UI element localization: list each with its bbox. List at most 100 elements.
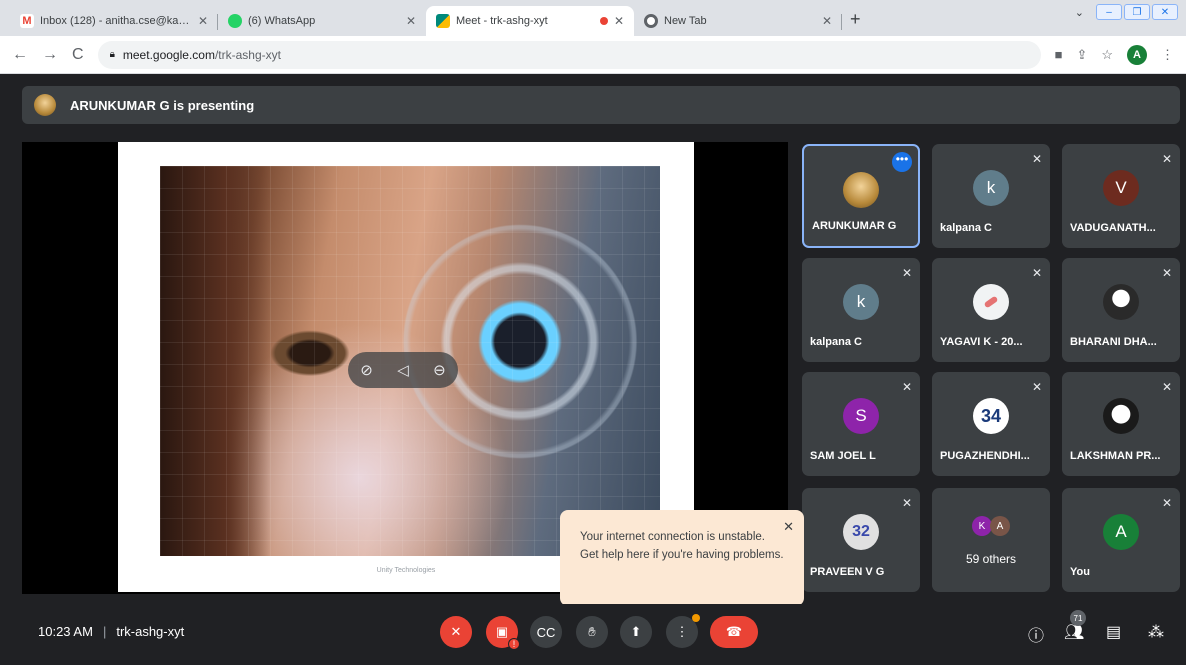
chat-icon[interactable]: ▤: [1106, 622, 1121, 642]
participant-tile[interactable]: ✕ S SAM JOEL L: [802, 372, 920, 476]
gmail-icon: M: [20, 14, 34, 28]
meeting-code: trk-ashg-xyt: [116, 624, 185, 639]
info-icon[interactable]: ⓘ: [1028, 622, 1044, 646]
present-icon: ⬆: [630, 624, 642, 639]
participant-tile[interactable]: ✕ BHARANI DHA...: [1062, 258, 1180, 362]
lock-icon: 🔒︎: [109, 49, 115, 60]
avatar: 34: [973, 398, 1009, 434]
close-icon[interactable]: ✕: [822, 14, 832, 28]
participant-tile[interactable]: ✕ k kalpana C: [802, 258, 920, 362]
notification-dot: [692, 614, 700, 622]
tab-new-tab[interactable]: New Tab ✕: [634, 6, 842, 36]
avatar: [1103, 398, 1139, 434]
mic-off-icon[interactable]: ⊘: [360, 361, 373, 379]
self-tile[interactable]: ✕ A You: [1062, 488, 1180, 592]
close-icon[interactable]: ✕: [198, 14, 208, 28]
avatar: [1103, 284, 1139, 320]
avatar: A: [990, 516, 1010, 536]
participant-name: kalpana C: [810, 336, 862, 348]
browser-tab-strip: M Inbox (128) - anitha.cse@karpag ✕ (6) …: [0, 0, 1186, 36]
participant-name: BHARANI DHA...: [1070, 336, 1157, 348]
phone-hangup-icon: ☎︎: [725, 624, 743, 639]
minimize-button[interactable]: –: [1096, 4, 1122, 20]
mic-off-icon: ✕: [901, 496, 912, 510]
new-tab-button[interactable]: +: [850, 9, 861, 30]
kebab-menu-icon[interactable]: ⋮: [1161, 47, 1174, 63]
close-icon[interactable]: ✕: [783, 518, 794, 536]
mic-off-icon: ✕: [1161, 152, 1172, 166]
mic-off-icon: ✕: [1161, 496, 1172, 510]
participant-tile[interactable]: ✕ LAKSHMAN PR...: [1062, 372, 1180, 476]
mic-off-icon: ✕: [901, 266, 912, 280]
url-path: /trk-ashg-xyt: [214, 47, 281, 62]
profile-avatar[interactable]: A: [1127, 44, 1147, 65]
connection-warning-tooltip[interactable]: ✕ Your internet connection is unstable. …: [560, 510, 804, 616]
mic-off-icon: ✕: [901, 380, 912, 394]
participant-name: VADUGANATH...: [1070, 222, 1156, 234]
tab-meet[interactable]: Meet - trk-ashg-xyt ✕: [426, 6, 634, 36]
participant-tile[interactable]: ✕ 34 PUGAZHENDHI...: [932, 372, 1050, 476]
close-icon[interactable]: ✕: [406, 14, 416, 28]
address-bar[interactable]: 🔒︎ meet.google.com/trk-ashg-xyt: [97, 40, 1041, 69]
tab-whatsapp[interactable]: (6) WhatsApp ✕: [218, 6, 426, 36]
others-label: 59 others: [965, 552, 1017, 566]
people-count: 71: [1070, 610, 1086, 626]
kebab-menu-icon: ⋮: [675, 624, 689, 639]
tab-gmail[interactable]: M Inbox (128) - anitha.cse@karpag ✕: [10, 6, 218, 36]
mic-off-icon: ✕: [450, 624, 462, 639]
mic-off-icon: ✕: [1161, 266, 1172, 280]
avatar: [34, 94, 56, 116]
camera-icon[interactable]: ■: [1055, 47, 1063, 62]
raise-hand-button[interactable]: ✋︎: [576, 616, 608, 648]
participant-name: You: [1070, 566, 1090, 578]
others-tile[interactable]: K A 59 others: [932, 488, 1050, 592]
microphone-button[interactable]: ✕: [440, 616, 472, 648]
presenting-banner: ARUNKUMAR G is presenting: [22, 86, 1180, 124]
url-host: meet.google.com: [122, 47, 215, 62]
avatar: [973, 284, 1009, 320]
people-icon[interactable]: 👥︎ 71: [1064, 610, 1086, 642]
participant-name: SAM JOEL L: [810, 450, 876, 462]
avatar: 32: [843, 514, 879, 550]
maximize-button[interactable]: ❐: [1124, 4, 1150, 20]
activities-icon[interactable]: ⁂: [1148, 622, 1164, 642]
more-options-icon[interactable]: •••: [892, 152, 912, 172]
participant-name: PRAVEEN V G: [810, 566, 885, 578]
tile-overlay-controls: ⊘ ◁ ⊖: [348, 352, 458, 388]
present-button[interactable]: ⬆: [620, 616, 652, 648]
close-window-button[interactable]: ✕: [1152, 4, 1178, 20]
tab-title: Meet - trk-ashg-xyt: [456, 15, 548, 27]
chevron-down-icon[interactable]: ⌄: [1075, 6, 1084, 19]
leave-call-button[interactable]: ☎︎: [710, 616, 758, 648]
participant-tile[interactable]: ✕ V VADUGANATH...: [1062, 144, 1180, 248]
avatar: V: [1103, 170, 1139, 206]
meet-icon: [436, 14, 450, 28]
close-icon[interactable]: ✕: [614, 14, 624, 28]
captions-button[interactable]: CC: [530, 616, 562, 648]
avatar: k: [843, 284, 879, 320]
camera-button[interactable]: ▣!: [486, 616, 520, 650]
share-icon[interactable]: ⇪: [1076, 47, 1087, 63]
meeting-details: 10:23 AM | trk-ashg-xyt: [38, 624, 185, 639]
back-icon[interactable]: ←: [12, 46, 28, 64]
tooltip-text: Your internet connection is unstable. Ge…: [580, 531, 784, 561]
forward-icon[interactable]: →: [42, 46, 58, 64]
meeting-controls-bar: 10:23 AM | trk-ashg-xyt ✕ ▣! CC ✋︎ ⬆ ⋮ ☎…: [0, 604, 1186, 665]
star-icon[interactable]: ☆: [1101, 47, 1113, 63]
volume-off-icon[interactable]: ◁: [397, 361, 409, 379]
tab-title: Inbox (128) - anitha.cse@karpag: [40, 15, 192, 27]
avatar: k: [973, 170, 1009, 206]
participant-tile[interactable]: ✕ k kalpana C: [932, 144, 1050, 248]
browser-toolbar: ← → C 🔒︎ meet.google.com/trk-ashg-xyt ■ …: [0, 36, 1186, 74]
more-options-button[interactable]: ⋮: [666, 614, 700, 648]
reload-icon[interactable]: C: [72, 46, 84, 64]
participant-tile[interactable]: ✕ 32 PRAVEEN V G: [802, 488, 920, 592]
avatar: S: [843, 398, 879, 434]
zoom-out-icon[interactable]: ⊖: [433, 361, 446, 379]
window-controls: ⌄ – ❐ ✕: [1075, 4, 1178, 20]
participant-tile[interactable]: ••• ARUNKUMAR G: [802, 144, 920, 248]
participant-name: ARUNKUMAR G: [812, 220, 897, 232]
participant-name: PUGAZHENDHI...: [940, 450, 1030, 462]
participant-tile[interactable]: ✕ YAGAVI K - 20...: [932, 258, 1050, 362]
meeting-time: 10:23 AM: [38, 624, 93, 639]
